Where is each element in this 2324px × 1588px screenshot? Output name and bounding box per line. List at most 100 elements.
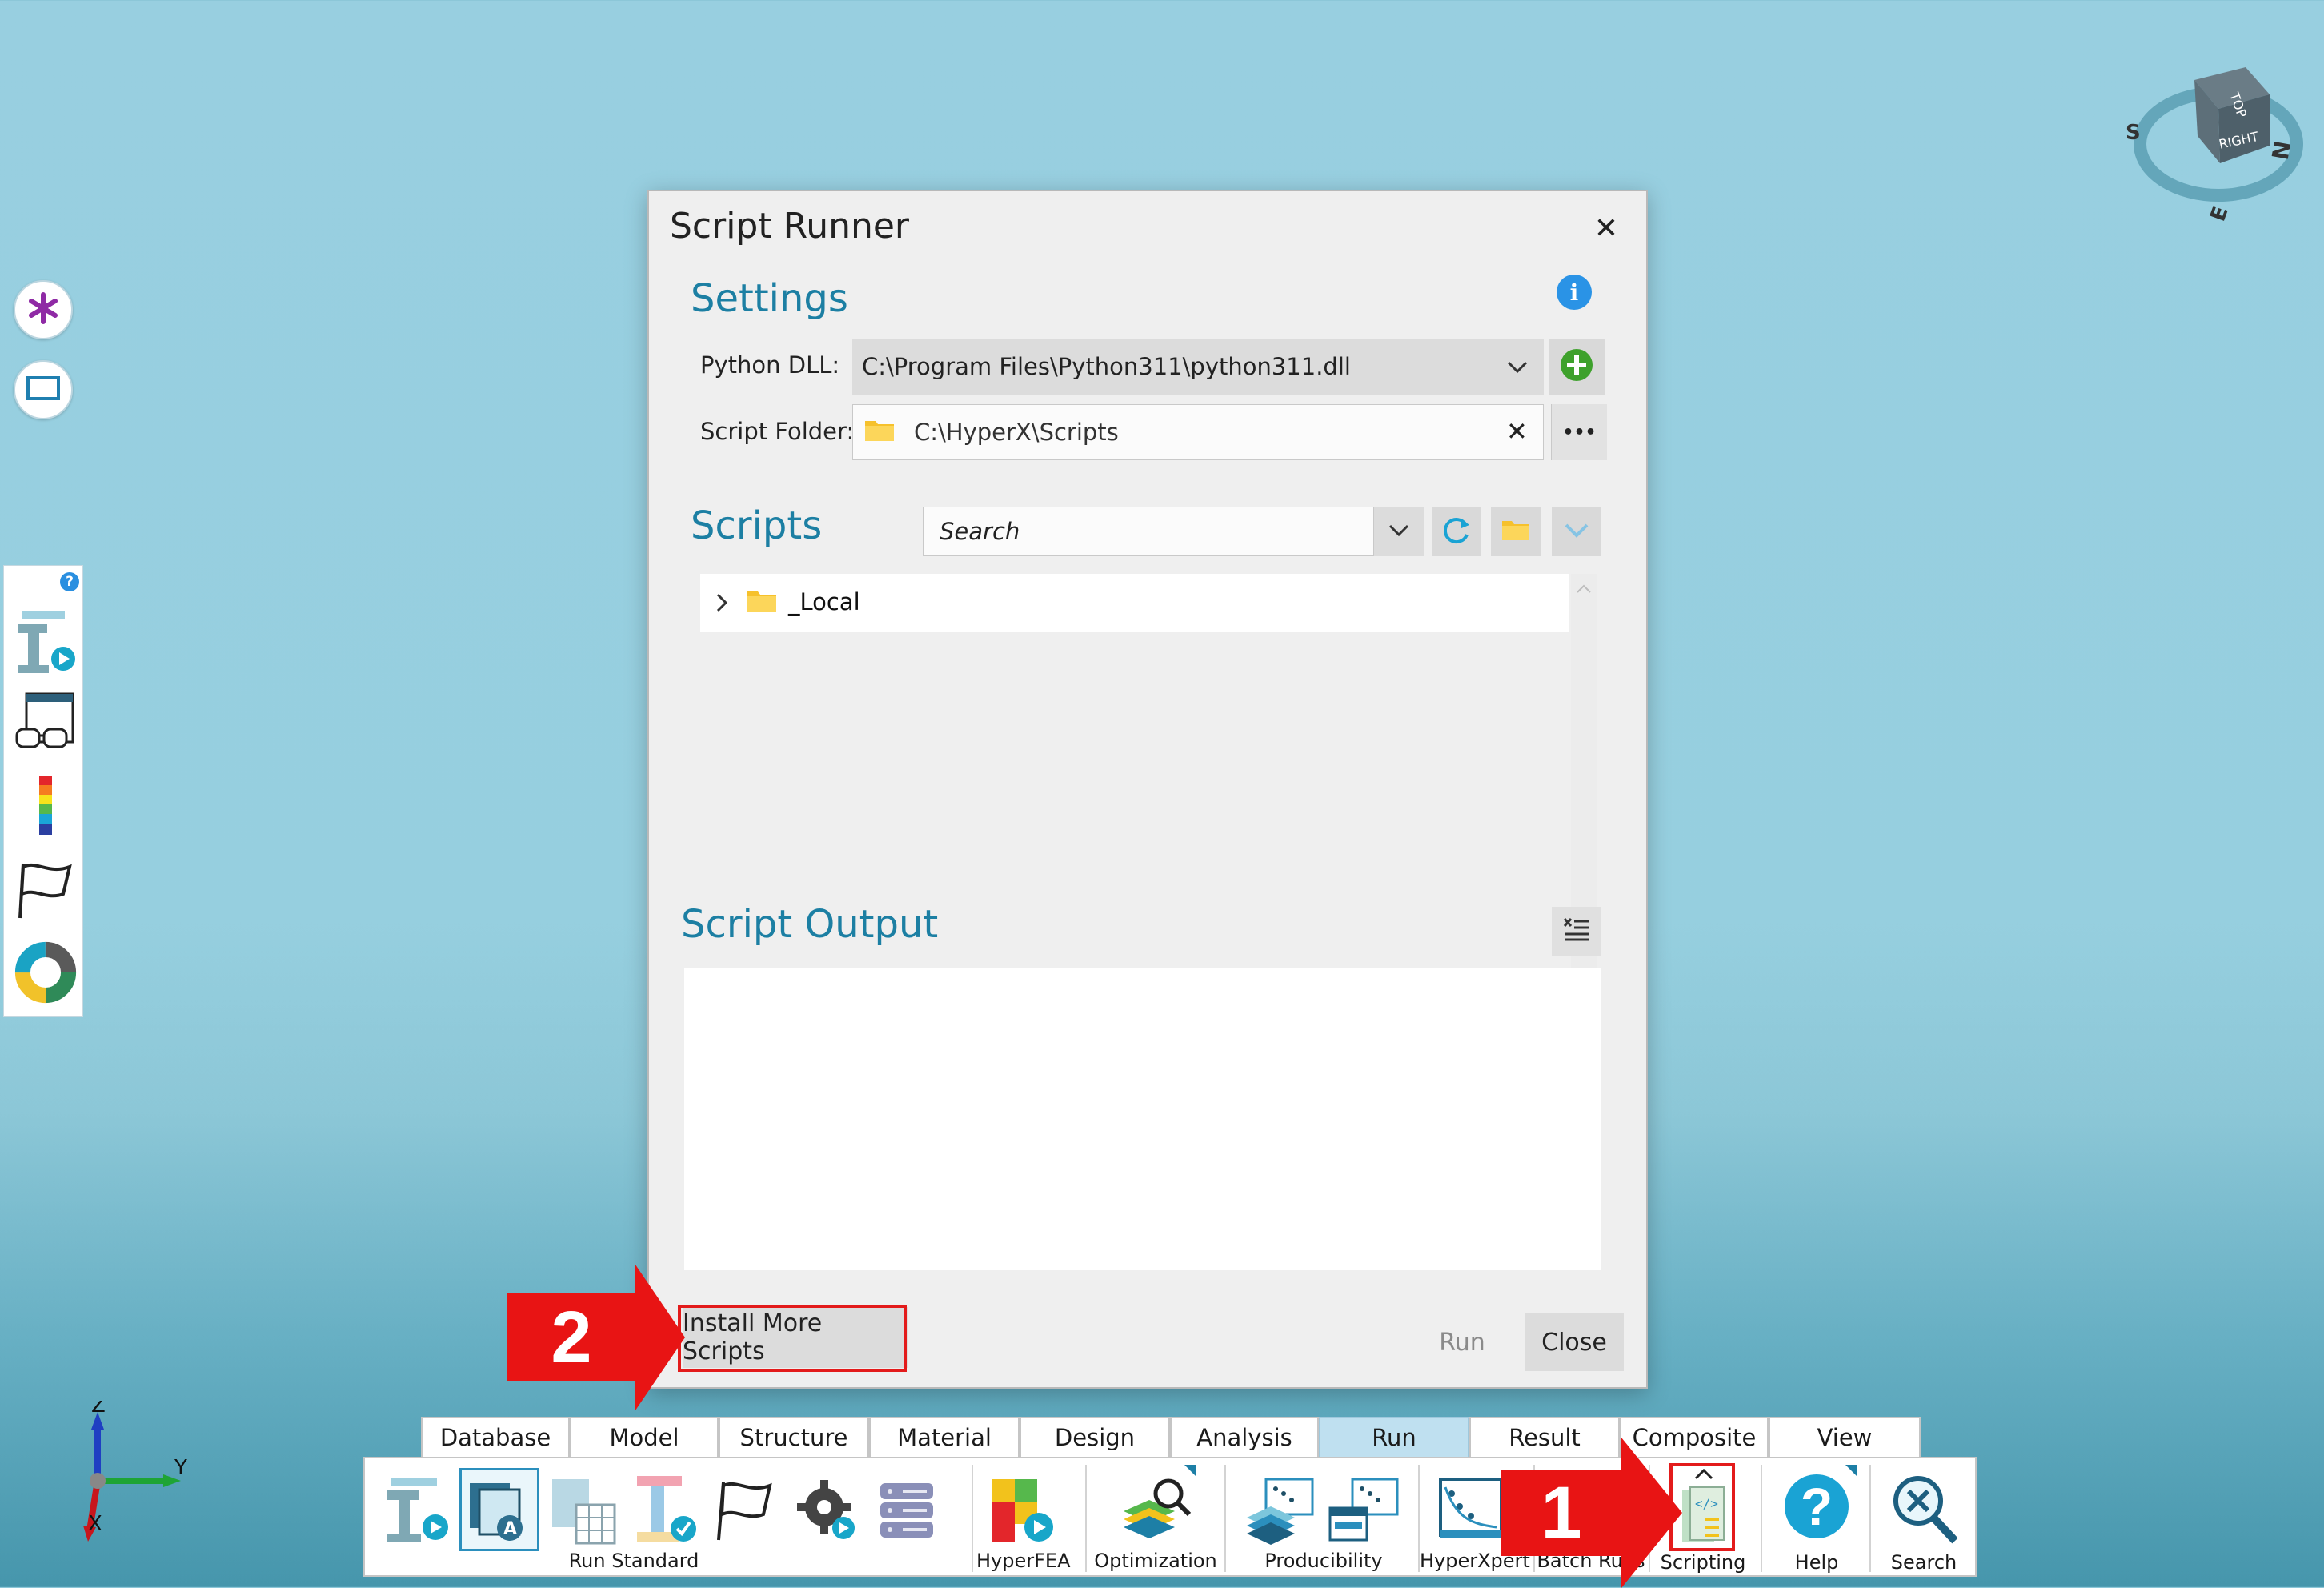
axis-y-label: Y xyxy=(174,1456,187,1480)
info-icon: i xyxy=(1569,279,1579,306)
help-badge-label: ? xyxy=(66,574,74,590)
search-icon xyxy=(1888,1470,1960,1549)
script-folder-field[interactable]: C:\HyperX\Scripts ✕ ••• xyxy=(852,404,1607,460)
ribbon-separator xyxy=(1761,1465,1762,1572)
open-scripts-folder-button[interactable] xyxy=(1491,507,1541,556)
color-legend-icon[interactable] xyxy=(14,772,78,840)
ribbon-separator xyxy=(1085,1465,1087,1572)
clear-output-button[interactable] xyxy=(1552,907,1601,956)
add-icon xyxy=(1560,348,1593,385)
flag-icon[interactable] xyxy=(712,1474,776,1546)
gear-play-icon[interactable] xyxy=(794,1474,859,1546)
step-1-callout: 1 xyxy=(1501,1438,1682,1588)
script-folder-label: Script Folder: xyxy=(700,418,855,445)
chevron-down-icon xyxy=(1387,518,1411,545)
search-label: Search xyxy=(1890,1551,1957,1574)
asterisk-icon xyxy=(27,292,59,327)
tab-analysis[interactable]: Analysis xyxy=(1170,1417,1319,1457)
tab-label: View xyxy=(1817,1424,1873,1451)
producibility-tool-icon[interactable] xyxy=(1325,1471,1402,1548)
chevron-down-icon xyxy=(1505,355,1529,384)
help-menu-corner[interactable] xyxy=(1845,1465,1857,1476)
search-filter-dropdown[interactable] xyxy=(1374,507,1424,556)
script-runner-dialog: Script Runner ✕ Settings i Python DLL: C… xyxy=(647,190,1648,1389)
tab-view[interactable]: View xyxy=(1769,1417,1921,1457)
help-label: Help xyxy=(1794,1551,1839,1574)
tab-database[interactable]: Database xyxy=(421,1417,570,1457)
optimization-icon[interactable] xyxy=(1117,1471,1194,1548)
optimization-label: Optimization xyxy=(1094,1550,1217,1572)
search-placeholder: Search xyxy=(940,518,1020,545)
server-icon[interactable] xyxy=(874,1474,941,1546)
run-button[interactable]: Run xyxy=(1419,1313,1505,1371)
clear-folder-button[interactable]: ✕ xyxy=(1506,416,1528,447)
tab-material[interactable]: Material xyxy=(869,1417,1020,1457)
tab-structure[interactable]: Structure xyxy=(719,1417,869,1457)
script-folder-value: C:\HyperX\Scripts xyxy=(914,419,1119,446)
chevron-up-icon xyxy=(1693,1468,1714,1484)
python-dll-dropdown[interactable]: C:\Program Files\Python311\python311.dll xyxy=(852,339,1544,395)
svg-text:A: A xyxy=(503,1519,517,1539)
refresh-scripts-button[interactable] xyxy=(1432,507,1481,556)
hyperfea-label: HyperFEA xyxy=(976,1550,1071,1572)
add-python-dll-button[interactable] xyxy=(1549,339,1605,395)
search-button[interactable] xyxy=(1887,1471,1961,1548)
hyperfea-icon[interactable] xyxy=(986,1471,1058,1548)
ribbon-panel: A Run Standard HyperFEA Optimization Pro… xyxy=(363,1457,1977,1577)
scripts-heading: Scripts xyxy=(691,503,823,548)
run-label: Run xyxy=(1439,1328,1485,1357)
compass-s: S xyxy=(2126,121,2141,145)
run-table-icon[interactable] xyxy=(549,1471,621,1548)
view-cube[interactable]: TOP RIGHT S N E xyxy=(2121,56,2313,232)
tab-run[interactable]: Run xyxy=(1319,1417,1469,1457)
folder-icon xyxy=(1501,519,1530,544)
chevron-down-icon xyxy=(1563,518,1590,545)
chevron-right-icon[interactable] xyxy=(713,591,731,617)
close-icon: ✕ xyxy=(1593,211,1619,245)
run-standard-side-icon[interactable] xyxy=(14,606,78,678)
step-2-label: 2 xyxy=(551,1296,592,1378)
tab-label: Structure xyxy=(739,1424,848,1451)
close-button[interactable]: Close xyxy=(1525,1313,1624,1371)
color-beam-check-icon[interactable] xyxy=(632,1471,701,1548)
run-standard-icon[interactable] xyxy=(384,1471,451,1548)
ribbon-tabs: Database Model Structure Material Design… xyxy=(421,1417,1921,1457)
hyperxpert-icon[interactable] xyxy=(1432,1471,1509,1548)
optimization-menu-corner[interactable] xyxy=(1184,1465,1196,1476)
color-wheel-icon[interactable] xyxy=(14,939,78,1006)
glasses-view-icon[interactable] xyxy=(14,691,78,755)
python-dll-value: C:\Program Files\Python311\python311.dll xyxy=(862,353,1351,380)
tab-label: Analysis xyxy=(1196,1424,1292,1451)
scripts-tree: _Local xyxy=(700,574,1569,632)
ribbon-separator xyxy=(1224,1465,1226,1572)
rectangle-button[interactable] xyxy=(14,360,73,419)
tab-design[interactable]: Design xyxy=(1020,1417,1170,1457)
dialog-title: Script Runner xyxy=(670,206,910,247)
ribbon-separator xyxy=(1869,1465,1871,1572)
tree-item-local[interactable]: _Local xyxy=(700,574,1569,632)
settings-heading: Settings xyxy=(691,276,848,321)
script-output-heading: Script Output xyxy=(681,902,939,947)
browse-folder-button[interactable]: ••• xyxy=(1551,404,1607,460)
help-badge[interactable]: ? xyxy=(60,572,79,591)
dialog-close-button[interactable]: ✕ xyxy=(1587,209,1625,247)
script-output-area[interactable] xyxy=(684,968,1601,1270)
run-standard-label: Run Standard xyxy=(568,1550,699,1572)
help-button[interactable]: ? xyxy=(1780,1471,1853,1545)
flag-icon[interactable] xyxy=(14,857,78,921)
settings-info-button[interactable]: i xyxy=(1557,275,1592,310)
scripts-search-input[interactable]: Search xyxy=(923,507,1374,556)
tab-model[interactable]: Model xyxy=(570,1417,719,1457)
tab-label: Material xyxy=(897,1424,992,1451)
asterisk-button[interactable] xyxy=(14,280,73,339)
clear-list-icon xyxy=(1563,918,1590,945)
scroll-up-icon[interactable] xyxy=(1576,582,1592,597)
tab-label: Design xyxy=(1054,1424,1136,1451)
analysis-setup-icon[interactable]: A xyxy=(459,1468,539,1551)
side-tool-panel: ? xyxy=(3,565,83,1017)
folder-icon xyxy=(864,418,895,447)
ellipsis-icon: ••• xyxy=(1562,422,1597,443)
producibility-layers-icon[interactable] xyxy=(1242,1471,1319,1548)
expand-scripts-button[interactable] xyxy=(1552,507,1601,556)
folder-icon xyxy=(747,588,777,616)
